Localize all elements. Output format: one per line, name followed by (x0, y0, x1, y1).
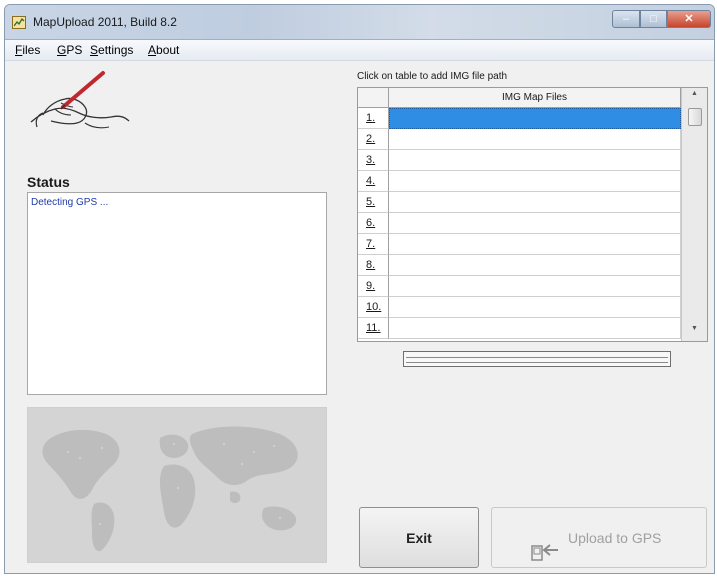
row-number: 3. (358, 150, 389, 171)
row-number-label: 9. (366, 280, 376, 292)
row-number-label: 10. (366, 301, 382, 313)
minimize-button[interactable]: – (612, 10, 640, 28)
table-row[interactable]: 7. (358, 234, 681, 255)
column-header-img-map-files[interactable]: IMG Map Files (389, 88, 681, 108)
menu-settings-label: ettings (98, 43, 134, 57)
row-number-label: 3. (366, 154, 376, 166)
menu-settings[interactable]: Settings (90, 43, 133, 57)
upload-button-label: Upload to GPS (568, 530, 662, 546)
close-button[interactable]: ✕ (667, 10, 711, 28)
status-label: Status (27, 174, 70, 190)
table-row[interactable]: 9. (358, 276, 681, 297)
menu-bar: Files GPS Settings About (5, 40, 714, 61)
row-number: 10. (358, 297, 389, 318)
table-row[interactable]: 2. (358, 129, 681, 150)
img-file-path-cell[interactable] (389, 318, 681, 339)
row-number: 9. (358, 276, 389, 297)
table-instruction: Click on table to add IMG file path (357, 71, 508, 82)
upload-progress-bar (403, 351, 671, 367)
hand-writing-icon (25, 67, 135, 147)
menu-about[interactable]: About (148, 43, 179, 57)
row-number-label: 7. (366, 238, 376, 250)
close-icon: ✕ (684, 13, 694, 25)
img-file-path-cell[interactable] (389, 213, 681, 234)
row-number: 6. (358, 213, 389, 234)
device-arrow-icon (530, 527, 562, 573)
row-number-label: 5. (366, 196, 376, 208)
status-log[interactable]: Detecting GPS ... (27, 192, 327, 395)
row-number: 1. (358, 108, 389, 129)
row-number-label: 6. (366, 217, 376, 229)
row-number-label: 2. (366, 133, 376, 145)
img-file-path-cell[interactable] (389, 129, 681, 150)
scroll-down-icon[interactable]: ▼ (682, 325, 707, 339)
app-window: MapUpload 2011, Build 8.2 – □ ✕ Files GP… (4, 4, 715, 574)
table-row[interactable]: 11. (358, 318, 681, 339)
row-number: 11. (358, 318, 389, 339)
menu-about-label: bout (156, 43, 180, 57)
table-row[interactable]: 5. (358, 192, 681, 213)
table-row[interactable]: 10. (358, 297, 681, 318)
menu-settings-hotkey: S (90, 43, 99, 57)
menu-gps-hotkey: G (57, 43, 67, 57)
table-row[interactable]: 1. (358, 108, 681, 129)
img-file-path-cell[interactable] (389, 234, 681, 255)
img-file-path-cell[interactable] (389, 171, 681, 192)
title-bar[interactable]: MapUpload 2011, Build 8.2 – □ ✕ (5, 5, 714, 40)
table-row[interactable]: 8. (358, 255, 681, 276)
scroll-up-icon[interactable]: ▲ (682, 90, 707, 104)
row-number: 5. (358, 192, 389, 213)
world-map-image (27, 407, 327, 563)
table-scrollbar[interactable]: ▲ ▼ (681, 88, 707, 341)
img-file-path-cell[interactable] (389, 255, 681, 276)
menu-about-hotkey: A (148, 43, 157, 57)
upload-to-gps-button[interactable]: Upload to GPS (491, 507, 707, 568)
maximize-icon: □ (650, 13, 657, 25)
row-number-label: 1. (366, 112, 376, 124)
status-message: Detecting GPS ... (31, 197, 109, 208)
maximize-button[interactable]: □ (640, 10, 667, 28)
img-file-path-cell[interactable] (389, 192, 681, 213)
row-number-label: 4. (366, 175, 376, 187)
row-number: 7. (358, 234, 389, 255)
table-row[interactable]: 4. (358, 171, 681, 192)
row-number-label: 8. (366, 259, 376, 271)
menu-gps[interactable]: GPS (57, 43, 82, 57)
img-file-path-cell[interactable] (389, 108, 681, 129)
table-row[interactable]: 6. (358, 213, 681, 234)
row-number: 2. (358, 129, 389, 150)
menu-files[interactable]: Files (15, 43, 40, 57)
window-title: MapUpload 2011, Build 8.2 (33, 15, 177, 29)
minimize-icon: – (622, 13, 630, 25)
img-file-path-cell[interactable] (389, 276, 681, 297)
menu-gps-label: PS (66, 43, 83, 57)
table-corner (358, 88, 389, 108)
menu-files-label: iles (22, 43, 41, 57)
row-number-label: 11. (366, 322, 381, 334)
map-upload-app-icon (12, 16, 26, 29)
img-files-table[interactable]: IMG Map Files 1. 2. 3. 4. 5. 6. 7. 8. 9. 10. 11. ▲… (357, 87, 708, 342)
row-number: 4. (358, 171, 389, 192)
row-number: 8. (358, 255, 389, 276)
img-file-path-cell[interactable] (389, 150, 681, 171)
exit-button[interactable]: Exit (359, 507, 479, 568)
img-file-path-cell[interactable] (389, 297, 681, 318)
progress-track (406, 357, 668, 363)
scroll-thumb[interactable] (688, 108, 702, 126)
table-row[interactable]: 3. (358, 150, 681, 171)
